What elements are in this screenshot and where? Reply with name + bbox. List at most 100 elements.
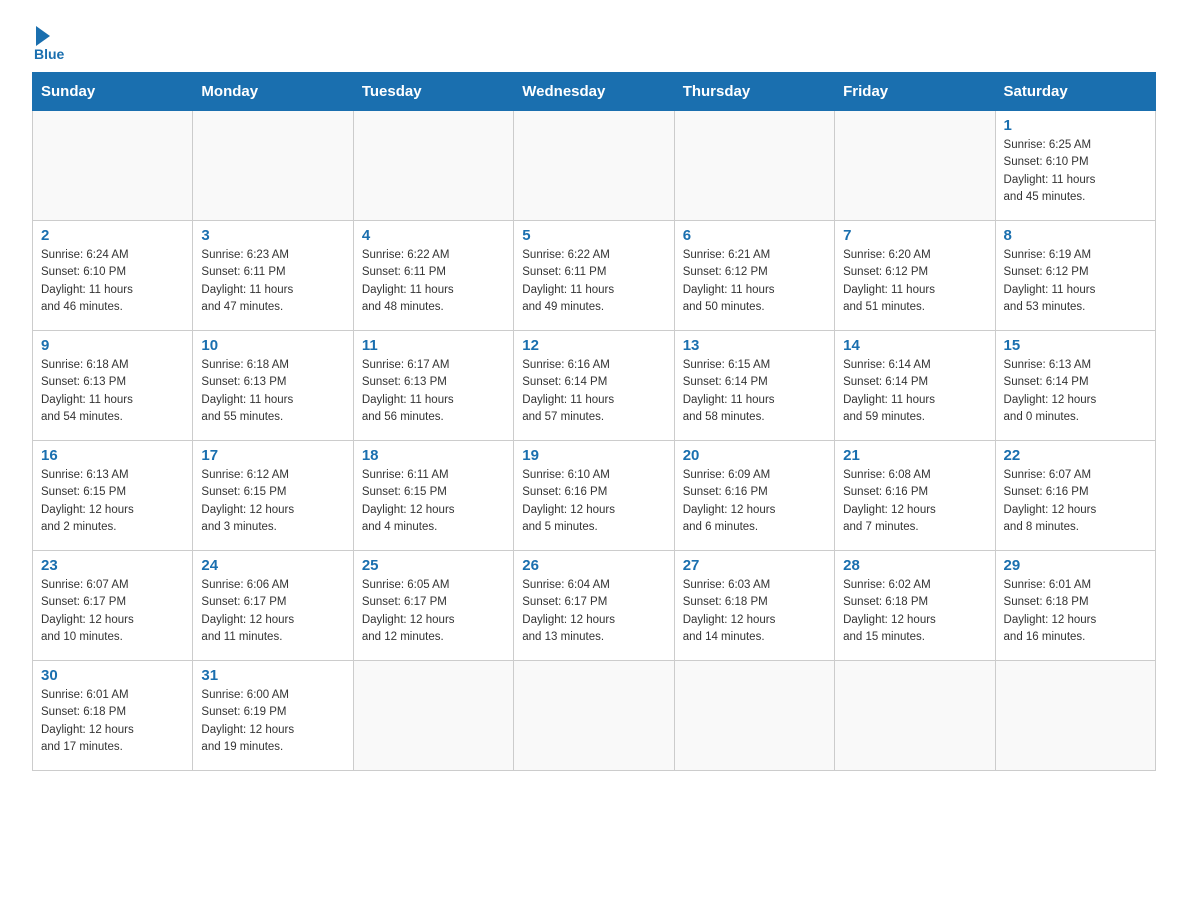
calendar-cell [995, 661, 1155, 771]
day-info: Sunrise: 6:12 AM Sunset: 6:15 PM Dayligh… [201, 467, 344, 536]
day-number: 5 [522, 227, 665, 244]
calendar-cell: 10 Sunrise: 6:18 AM Sunset: 6:13 PM Dayli… [193, 331, 353, 441]
day-number: 10 [201, 337, 344, 354]
weekday-header-thursday: Thursday [674, 73, 834, 111]
day-number: 11 [362, 337, 505, 354]
day-number: 23 [41, 557, 184, 574]
weekday-header-sunday: Sunday [33, 73, 193, 111]
calendar-cell [353, 661, 513, 771]
day-number: 28 [843, 557, 986, 574]
day-info: Sunrise: 6:24 AM Sunset: 6:10 PM Dayligh… [41, 247, 184, 316]
calendar-cell: 15 Sunrise: 6:13 AM Sunset: 6:14 PM Dayli… [995, 331, 1155, 441]
day-number: 15 [1004, 337, 1147, 354]
calendar-cell [33, 111, 193, 221]
weekday-header-tuesday: Tuesday [353, 73, 513, 111]
calendar-cell: 20Sunrise: 6:09 AM Sunset: 6:16 PM Dayli… [674, 441, 834, 551]
day-info: Sunrise: 6:18 AM Sunset: 6:13 PM Dayligh… [201, 357, 344, 426]
day-info: Sunrise: 6:13 AM Sunset: 6:14 PM Dayligh… [1004, 357, 1147, 426]
day-number: 19 [522, 447, 665, 464]
day-number: 1 [1004, 117, 1147, 134]
calendar-cell: 13 Sunrise: 6:15 AM Sunset: 6:14 PM Dayli… [674, 331, 834, 441]
calendar-cell: 18Sunrise: 6:11 AM Sunset: 6:15 PM Dayli… [353, 441, 513, 551]
calendar-cell: 11 Sunrise: 6:17 AM Sunset: 6:13 PM Dayli… [353, 331, 513, 441]
calendar-cell: 22Sunrise: 6:07 AM Sunset: 6:16 PM Dayli… [995, 441, 1155, 551]
day-info: Sunrise: 6:16 AM Sunset: 6:14 PM Dayligh… [522, 357, 665, 426]
day-number: 14 [843, 337, 986, 354]
day-number: 25 [362, 557, 505, 574]
day-info: Sunrise: 6:07 AM Sunset: 6:17 PM Dayligh… [41, 577, 184, 646]
calendar-week-row: 16Sunrise: 6:13 AM Sunset: 6:15 PM Dayli… [33, 441, 1156, 551]
day-info: Sunrise: 6:22 AM Sunset: 6:11 PM Dayligh… [522, 247, 665, 316]
day-info: Sunrise: 6:11 AM Sunset: 6:15 PM Dayligh… [362, 467, 505, 536]
day-info: Sunrise: 6:14 AM Sunset: 6:14 PM Dayligh… [843, 357, 986, 426]
calendar-table: SundayMondayTuesdayWednesdayThursdayFrid… [32, 72, 1156, 771]
calendar-cell [353, 111, 513, 221]
day-info: Sunrise: 6:19 AM Sunset: 6:12 PM Dayligh… [1004, 247, 1147, 316]
day-number: 7 [843, 227, 986, 244]
weekday-header-monday: Monday [193, 73, 353, 111]
day-info: Sunrise: 6:06 AM Sunset: 6:17 PM Dayligh… [201, 577, 344, 646]
day-info: Sunrise: 6:21 AM Sunset: 6:12 PM Dayligh… [683, 247, 826, 316]
calendar-cell: 3Sunrise: 6:23 AM Sunset: 6:11 PM Daylig… [193, 221, 353, 331]
calendar-cell: 17 Sunrise: 6:12 AM Sunset: 6:15 PM Dayli… [193, 441, 353, 551]
calendar-cell [835, 111, 995, 221]
day-number: 2 [41, 227, 184, 244]
day-number: 17 [201, 447, 344, 464]
day-number: 26 [522, 557, 665, 574]
calendar-cell: 14 Sunrise: 6:14 AM Sunset: 6:14 PM Dayli… [835, 331, 995, 441]
calendar-cell: 19 Sunrise: 6:10 AM Sunset: 6:16 PM Dayli… [514, 441, 674, 551]
calendar-cell [193, 111, 353, 221]
calendar-cell [674, 661, 834, 771]
calendar-cell: 30 Sunrise: 6:01 AM Sunset: 6:18 PM Dayli… [33, 661, 193, 771]
day-number: 12 [522, 337, 665, 354]
calendar-cell: 26Sunrise: 6:04 AM Sunset: 6:17 PM Dayli… [514, 551, 674, 661]
page-header: Blue [32, 24, 1156, 62]
day-info: Sunrise: 6:02 AM Sunset: 6:18 PM Dayligh… [843, 577, 986, 646]
day-number: 13 [683, 337, 826, 354]
calendar-cell: 21Sunrise: 6:08 AM Sunset: 6:16 PM Dayli… [835, 441, 995, 551]
calendar-week-row: 23 Sunrise: 6:07 AM Sunset: 6:17 PM Dayli… [33, 551, 1156, 661]
calendar-cell: 28 Sunrise: 6:02 AM Sunset: 6:18 PM Dayli… [835, 551, 995, 661]
day-number: 4 [362, 227, 505, 244]
day-info: Sunrise: 6:05 AM Sunset: 6:17 PM Dayligh… [362, 577, 505, 646]
day-number: 8 [1004, 227, 1147, 244]
calendar-cell: 27Sunrise: 6:03 AM Sunset: 6:18 PM Dayli… [674, 551, 834, 661]
day-number: 30 [41, 667, 184, 684]
weekday-header-saturday: Saturday [995, 73, 1155, 111]
day-info: Sunrise: 6:17 AM Sunset: 6:13 PM Dayligh… [362, 357, 505, 426]
day-number: 20 [683, 447, 826, 464]
calendar-cell: 4Sunrise: 6:22 AM Sunset: 6:11 PM Daylig… [353, 221, 513, 331]
day-number: 6 [683, 227, 826, 244]
calendar-cell: 9Sunrise: 6:18 AM Sunset: 6:13 PM Daylig… [33, 331, 193, 441]
calendar-cell: 31 Sunrise: 6:00 AM Sunset: 6:19 PM Dayli… [193, 661, 353, 771]
day-info: Sunrise: 6:07 AM Sunset: 6:16 PM Dayligh… [1004, 467, 1147, 536]
calendar-cell: 1 Sunrise: 6:25 AM Sunset: 6:10 PM Daylig… [995, 111, 1155, 221]
calendar-cell: 25 Sunrise: 6:05 AM Sunset: 6:17 PM Dayli… [353, 551, 513, 661]
calendar-week-row: 9 Sunrise: 6:18 AM Sunset: 6:13 PM Daylig… [33, 331, 1156, 441]
calendar-week-row: 1 Sunrise: 6:25 AM Sunset: 6:10 PM Daylig… [33, 111, 1156, 221]
logo: Blue [32, 24, 64, 62]
calendar-cell: 2 Sunrise: 6:24 AM Sunset: 6:10 PM Daylig… [33, 221, 193, 331]
day-info: Sunrise: 6:25 AM Sunset: 6:10 PM Dayligh… [1004, 137, 1147, 206]
calendar-cell [514, 661, 674, 771]
calendar-cell [674, 111, 834, 221]
calendar-cell: 5 Sunrise: 6:22 AM Sunset: 6:11 PM Daylig… [514, 221, 674, 331]
calendar-cell: 6 Sunrise: 6:21 AM Sunset: 6:12 PM Daylig… [674, 221, 834, 331]
day-info: Sunrise: 6:01 AM Sunset: 6:18 PM Dayligh… [41, 687, 184, 756]
day-number: 29 [1004, 557, 1147, 574]
calendar-cell: 7 Sunrise: 6:20 AM Sunset: 6:12 PM Daylig… [835, 221, 995, 331]
day-info: Sunrise: 6:10 AM Sunset: 6:16 PM Dayligh… [522, 467, 665, 536]
weekday-header-friday: Friday [835, 73, 995, 111]
day-info: Sunrise: 6:13 AM Sunset: 6:15 PM Dayligh… [41, 467, 184, 536]
day-info: Sunrise: 6:20 AM Sunset: 6:12 PM Dayligh… [843, 247, 986, 316]
logo-arrow-icon [36, 26, 50, 46]
day-number: 9 [41, 337, 184, 354]
day-info: Sunrise: 6:15 AM Sunset: 6:14 PM Dayligh… [683, 357, 826, 426]
day-info: Sunrise: 6:01 AM Sunset: 6:18 PM Dayligh… [1004, 577, 1147, 646]
day-info: Sunrise: 6:03 AM Sunset: 6:18 PM Dayligh… [683, 577, 826, 646]
day-number: 31 [201, 667, 344, 684]
day-number: 3 [201, 227, 344, 244]
day-info: Sunrise: 6:08 AM Sunset: 6:16 PM Dayligh… [843, 467, 986, 536]
day-info: Sunrise: 6:00 AM Sunset: 6:19 PM Dayligh… [201, 687, 344, 756]
calendar-cell: 29 Sunrise: 6:01 AM Sunset: 6:18 PM Dayli… [995, 551, 1155, 661]
